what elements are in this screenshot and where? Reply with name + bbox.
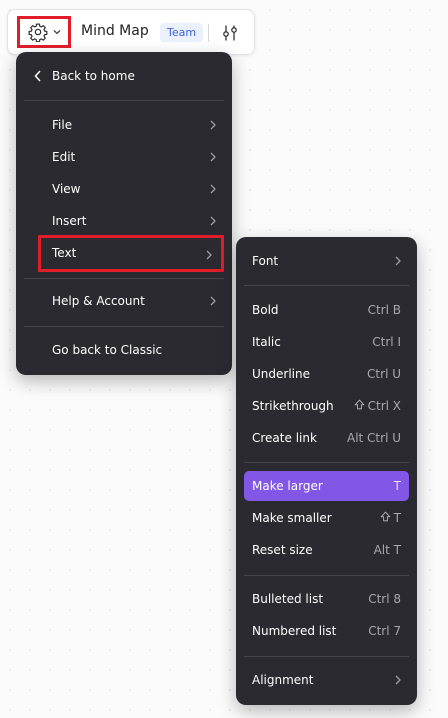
submenu-item-bulleted-list[interactable]: Bulleted list Ctrl 8 xyxy=(244,584,409,614)
submenu-item-make-smaller[interactable]: Make smaller T xyxy=(244,503,409,533)
main-menu-button[interactable] xyxy=(17,16,71,48)
submenu-item-bold[interactable]: Bold Ctrl B xyxy=(244,295,409,325)
shortcut-hint: Ctrl B xyxy=(367,303,401,317)
shortcut-hint: Ctrl I xyxy=(372,335,401,349)
back-to-home-item[interactable]: Back to home xyxy=(24,61,224,91)
shortcut-hint: Alt T xyxy=(373,543,401,557)
submenu-item-strikethrough[interactable]: Strikethrough Ctrl X xyxy=(244,391,409,421)
submenu-item-italic[interactable]: Italic Ctrl I xyxy=(244,327,409,357)
gear-icon xyxy=(28,22,48,42)
chevron-right-icon xyxy=(210,215,216,229)
chevron-right-icon xyxy=(395,674,401,688)
menu-divider xyxy=(244,285,409,286)
submenu-item-label: Make smaller xyxy=(252,511,332,525)
menu-divider xyxy=(244,656,409,657)
menu-item-label: Edit xyxy=(52,150,76,164)
chevron-left-icon xyxy=(34,70,42,85)
chevron-right-icon xyxy=(210,183,216,197)
menu-item-label: Text xyxy=(52,246,77,260)
menu-item-help-account[interactable]: Help & Account xyxy=(24,286,224,316)
submenu-item-label: Underline xyxy=(252,367,310,381)
menu-divider xyxy=(244,462,409,463)
shortcut-hint: Ctrl 8 xyxy=(368,592,401,606)
shortcut-hint: T xyxy=(393,479,401,493)
menu-divider xyxy=(24,326,224,327)
menu-divider xyxy=(24,100,224,101)
shift-icon xyxy=(354,391,365,421)
back-to-home-label: Back to home xyxy=(52,69,135,83)
team-badge[interactable]: Team xyxy=(160,23,204,42)
menu-item-insert[interactable]: Insert xyxy=(24,206,224,236)
toolbar-divider xyxy=(208,24,209,42)
shortcut-hint: Ctrl 7 xyxy=(368,624,401,638)
chevron-down-icon xyxy=(53,29,61,35)
menu-divider xyxy=(24,278,224,279)
top-toolbar: Mind Map Team xyxy=(7,9,255,55)
chevron-right-icon xyxy=(210,119,216,133)
menu-item-label: View xyxy=(52,182,81,196)
submenu-item-label: Reset size xyxy=(252,543,313,557)
menu-item-label: Help & Account xyxy=(52,294,145,308)
menu-item-label: File xyxy=(52,118,73,132)
chevron-right-icon xyxy=(210,151,216,165)
shortcut-hint: Ctrl U xyxy=(367,367,401,381)
submenu-item-make-larger[interactable]: Make larger T xyxy=(244,471,409,501)
menu-item-edit[interactable]: Edit xyxy=(24,142,224,172)
menu-item-text[interactable]: Text xyxy=(38,235,224,272)
submenu-item-font[interactable]: Font xyxy=(244,246,409,276)
menu-item-go-back-classic[interactable]: Go back to Classic xyxy=(24,335,224,365)
shift-icon xyxy=(380,503,391,533)
shortcut-hint: Alt Ctrl U xyxy=(346,431,401,445)
main-menu: Back to home File Edit View Insert Text … xyxy=(16,52,232,375)
submenu-item-label: Make larger xyxy=(252,479,323,493)
menu-item-label: Insert xyxy=(52,214,87,228)
menu-divider xyxy=(244,575,409,576)
submenu-item-alignment[interactable]: Alignment xyxy=(244,665,409,695)
submenu-item-label: Italic xyxy=(252,335,281,349)
submenu-item-numbered-list[interactable]: Numbered list Ctrl 7 xyxy=(244,616,409,646)
menu-item-file[interactable]: File xyxy=(24,110,224,140)
chevron-right-icon xyxy=(210,295,216,309)
menu-item-view[interactable]: View xyxy=(24,174,224,204)
submenu-item-underline[interactable]: Underline Ctrl U xyxy=(244,359,409,389)
submenu-item-label: Numbered list xyxy=(252,624,337,638)
board-title[interactable]: Mind Map xyxy=(81,23,149,39)
shortcut-hint: T xyxy=(380,503,401,533)
menu-item-label: Go back to Classic xyxy=(52,343,163,357)
submenu-item-reset-size[interactable]: Reset size Alt T xyxy=(244,535,409,565)
submenu-item-label: Alignment xyxy=(252,673,314,687)
chevron-right-icon xyxy=(206,249,212,263)
submenu-item-label: Bulleted list xyxy=(252,592,324,606)
submenu-item-create-link[interactable]: Create link Alt Ctrl U xyxy=(244,423,409,453)
text-submenu: Font Bold Ctrl B Italic Ctrl I Underline… xyxy=(236,237,417,705)
submenu-item-label: Create link xyxy=(252,431,317,445)
submenu-item-label: Bold xyxy=(252,303,279,317)
chevron-right-icon xyxy=(395,255,401,269)
submenu-item-label: Font xyxy=(252,254,279,268)
submenu-item-label: Strikethrough xyxy=(252,399,334,413)
shortcut-hint: Ctrl X xyxy=(354,391,401,421)
sliders-icon[interactable] xyxy=(221,24,239,46)
